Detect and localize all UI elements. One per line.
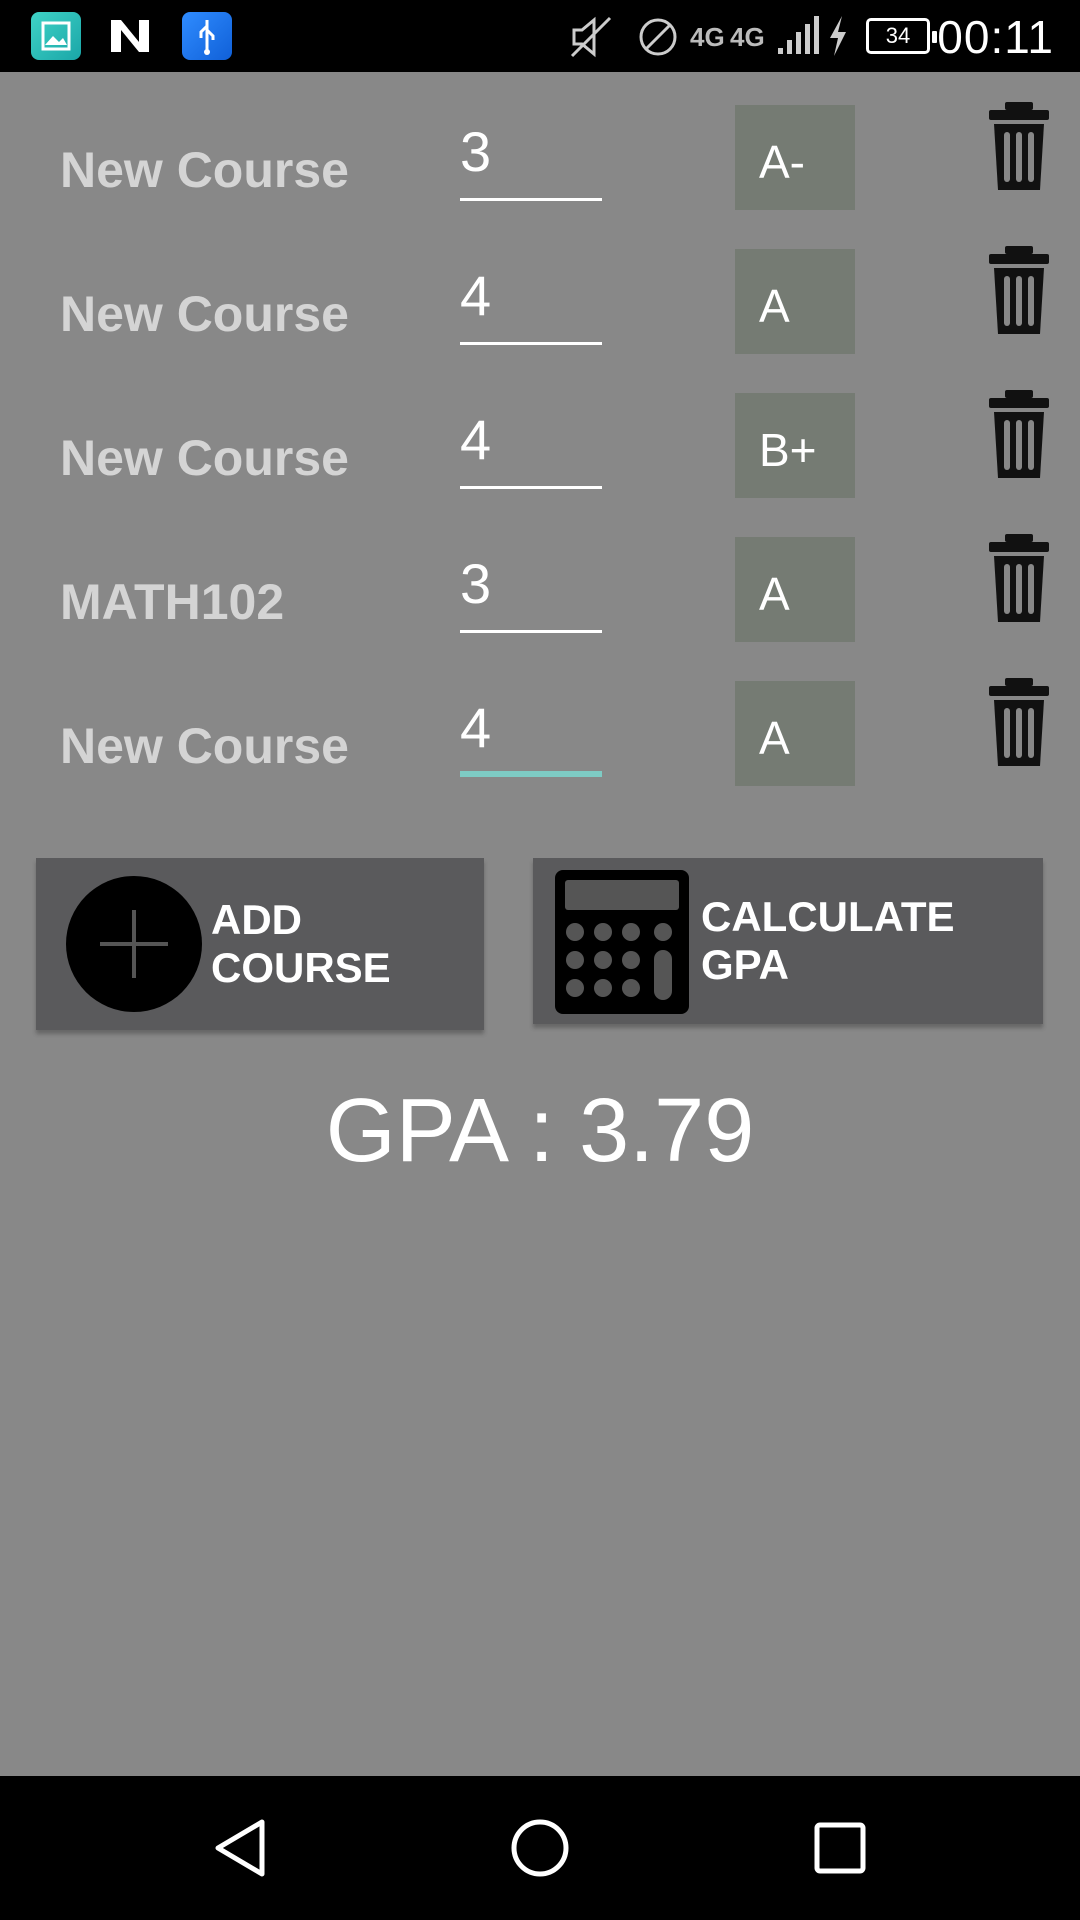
network-type-label-2: 4G bbox=[730, 22, 765, 52]
status-time: 00:11 bbox=[937, 11, 1054, 63]
credit-input[interactable]: 3 bbox=[460, 105, 602, 201]
credit-value: 4 bbox=[460, 696, 492, 759]
charging-icon bbox=[826, 14, 850, 63]
usb-icon bbox=[182, 12, 232, 60]
trash-icon[interactable] bbox=[985, 676, 1053, 768]
course-name-field[interactable]: New Course bbox=[60, 429, 349, 487]
trash-icon[interactable] bbox=[985, 388, 1053, 480]
n-icon bbox=[105, 12, 155, 60]
credit-input[interactable]: 3 bbox=[460, 537, 602, 633]
grade-value: A bbox=[759, 568, 790, 620]
credit-value: 3 bbox=[460, 552, 492, 615]
grade-value: A- bbox=[759, 136, 805, 188]
mute-icon bbox=[568, 14, 616, 65]
grade-selector[interactable]: A bbox=[735, 537, 855, 642]
credit-input[interactable]: 4 bbox=[460, 681, 602, 777]
navigation-bar bbox=[0, 1776, 1080, 1920]
calculate-gpa-label: CALCULATE GPA bbox=[701, 893, 955, 988]
gallery-icon bbox=[31, 12, 81, 60]
course-row: New Course 3 A- bbox=[0, 102, 1080, 225]
gpa-result: GPA : 3.79 bbox=[325, 1081, 755, 1181]
grade-value: A bbox=[759, 712, 790, 764]
credit-input[interactable]: 4 bbox=[460, 249, 602, 345]
do-not-disturb-icon bbox=[636, 16, 680, 63]
recents-icon[interactable] bbox=[760, 1776, 920, 1920]
grade-selector[interactable]: A bbox=[735, 249, 855, 354]
course-row: New Course 4 A bbox=[0, 246, 1080, 369]
trash-icon[interactable] bbox=[985, 244, 1053, 336]
credit-value: 4 bbox=[460, 264, 492, 327]
calculator-icon bbox=[555, 870, 689, 1014]
credit-value: 4 bbox=[460, 408, 492, 471]
course-row: MATH102 3 A bbox=[0, 534, 1080, 657]
trash-icon[interactable] bbox=[985, 100, 1053, 192]
credit-value: 3 bbox=[460, 120, 492, 183]
network-type-label: 4G bbox=[690, 22, 725, 52]
add-course-label: ADD COURSE bbox=[211, 896, 391, 991]
course-name-field[interactable]: MATH102 bbox=[60, 573, 284, 631]
battery-icon: 34 bbox=[866, 18, 937, 54]
grade-selector[interactable]: A- bbox=[735, 105, 855, 210]
course-name-field[interactable]: New Course bbox=[60, 285, 349, 343]
course-name-field[interactable]: New Course bbox=[60, 717, 349, 775]
grade-value: A bbox=[759, 280, 790, 332]
grade-selector[interactable]: A bbox=[735, 681, 855, 786]
course-row: New Course 4 B+ bbox=[0, 390, 1080, 513]
trash-icon[interactable] bbox=[985, 532, 1053, 624]
home-icon[interactable] bbox=[460, 1776, 620, 1920]
add-course-button[interactable]: ADD COURSE bbox=[36, 858, 484, 1030]
status-bar: 4G 4G 34 00:11 bbox=[0, 0, 1080, 72]
back-icon[interactable] bbox=[160, 1776, 320, 1920]
grade-value: B+ bbox=[759, 424, 817, 476]
calculate-gpa-button[interactable]: CALCULATE GPA bbox=[533, 858, 1043, 1024]
credit-input[interactable]: 4 bbox=[460, 393, 602, 489]
grade-selector[interactable]: B+ bbox=[735, 393, 855, 498]
course-name-field[interactable]: New Course bbox=[60, 141, 349, 199]
plus-icon bbox=[66, 876, 202, 1012]
course-row: New Course 4 A bbox=[0, 678, 1080, 801]
signal-icon bbox=[776, 14, 820, 61]
